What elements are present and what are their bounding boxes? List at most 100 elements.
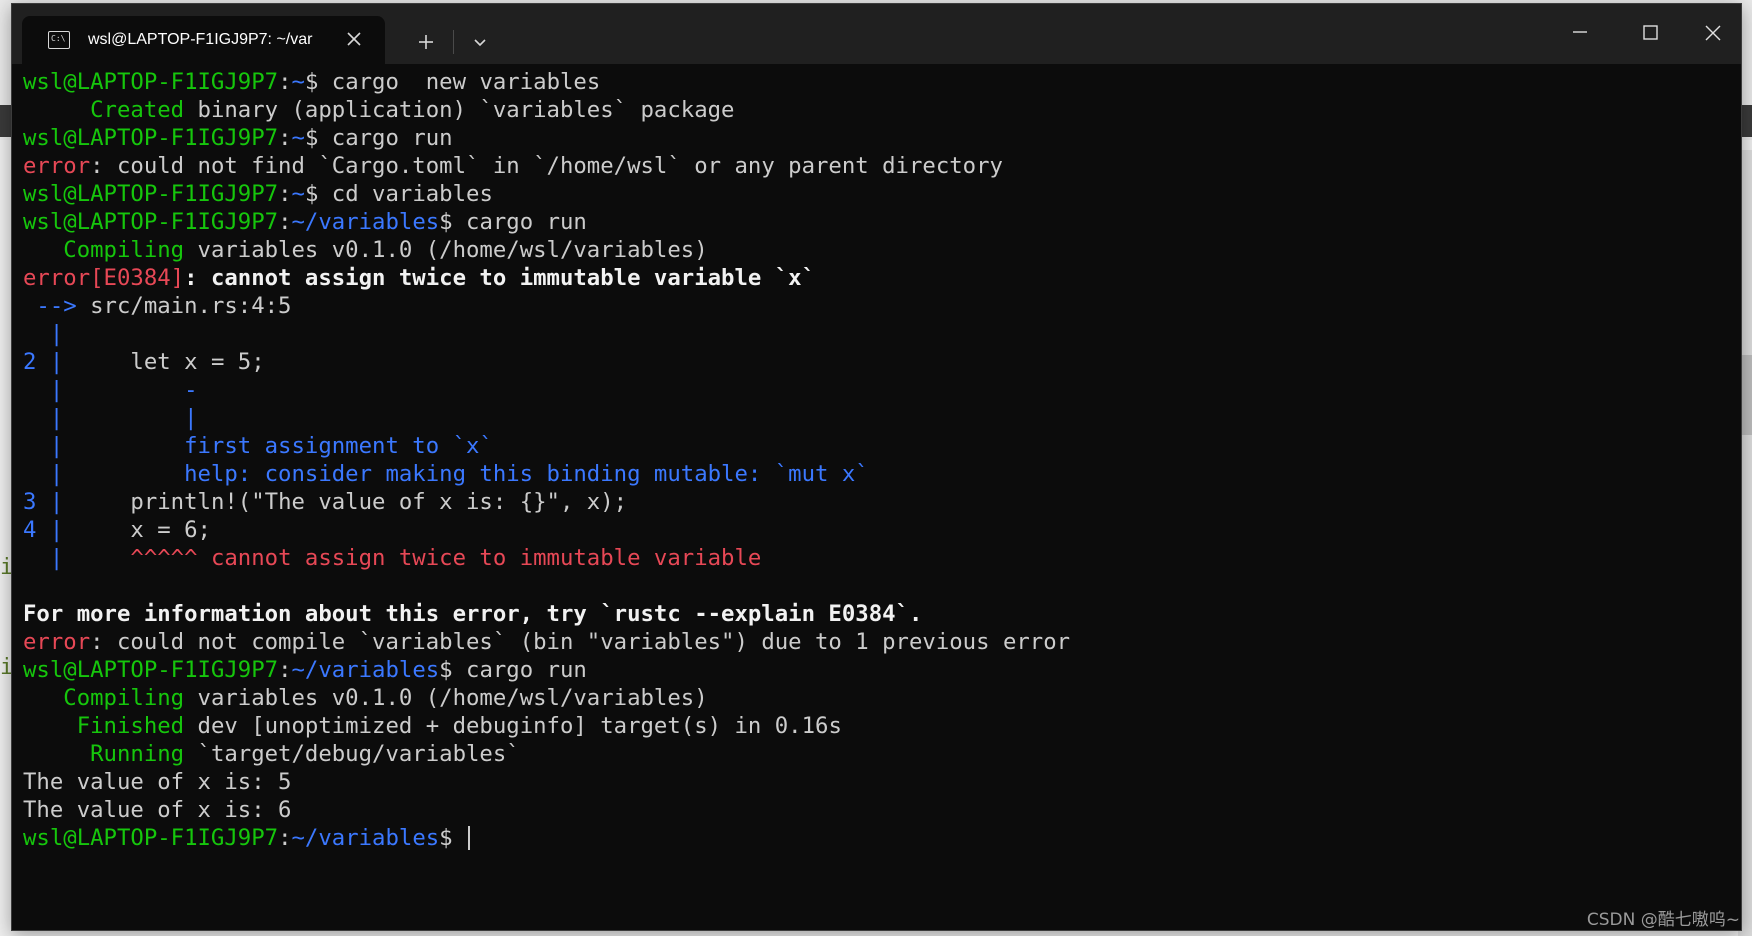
- terminal-text: The value of x is: 5: [23, 769, 292, 795]
- close-icon: [347, 32, 361, 46]
- terminal-text: $ cargo new variables: [304, 69, 601, 95]
- terminal-text: -->: [23, 293, 77, 319]
- terminal-text: wsl@LAPTOP-F1IGJ9P7: [23, 657, 279, 683]
- terminal-line: 4 | x = 6;: [23, 516, 1070, 544]
- terminal-line: | first assignment to `x`: [23, 432, 1070, 460]
- plus-icon: [419, 35, 433, 49]
- terminal-text: :: [278, 181, 292, 207]
- terminal-line: The value of x is: 6: [23, 796, 1070, 824]
- maximize-button[interactable]: [1615, 4, 1685, 64]
- terminal-text: 4 |: [23, 517, 64, 543]
- terminal-line: error: could not compile `variables` (bi…: [23, 628, 1070, 656]
- terminal-line: Compiling variables v0.1.0 (/home/wsl/va…: [23, 684, 1070, 712]
- terminal-text: :: [278, 69, 292, 95]
- terminal-text: src/main.rs:4:5: [76, 293, 292, 319]
- terminal-text: $ cargo run: [439, 657, 587, 683]
- background-scrollbar-thumb: [1742, 355, 1752, 435]
- terminal-text: ~: [291, 69, 305, 95]
- terminal-output[interactable]: wsl@LAPTOP-F1IGJ9P7:~$ cargo new variabl…: [23, 68, 1070, 852]
- minimize-button[interactable]: [1545, 4, 1615, 64]
- terminal-text: |: [23, 545, 64, 571]
- terminal-line: error[E0384]: cannot assign twice to imm…: [23, 264, 1070, 292]
- terminal-text: Compiling: [23, 237, 185, 263]
- terminal-text: For more information about this error, t…: [23, 601, 923, 627]
- minimize-icon: [1573, 31, 1587, 33]
- terminal-text: 2 |: [23, 349, 64, 375]
- watermark: CSDN @酷七嗷呜~: [1586, 910, 1740, 930]
- terminal-text: wsl@LAPTOP-F1IGJ9P7: [23, 69, 279, 95]
- maximize-icon: [1643, 25, 1658, 40]
- terminal-text: error: [23, 153, 91, 179]
- text-cursor: [468, 826, 471, 850]
- terminal-text: binary (application) `variables` package: [184, 97, 735, 123]
- terminal-text: | help: consider making this binding mut…: [23, 461, 869, 487]
- terminal-text: let x = 5;: [63, 349, 265, 375]
- terminal-text: Finished: [23, 713, 185, 739]
- terminal-text: |: [23, 321, 64, 347]
- terminal-text: println!("The value of x is: {}", x);: [63, 489, 628, 515]
- terminal-text: : could not compile `variables` (bin "va…: [90, 629, 1071, 655]
- terminal-text: ~/variables: [291, 825, 440, 851]
- terminal-line: | |: [23, 404, 1070, 432]
- terminal-text: wsl@LAPTOP-F1IGJ9P7: [23, 825, 279, 851]
- terminal-text: error[E0384]: [23, 265, 185, 291]
- terminal-text: The value of x is: 6: [23, 797, 292, 823]
- new-tab-button[interactable]: [406, 22, 446, 62]
- terminal-icon: [48, 31, 70, 49]
- terminal-text: variables v0.1.0 (/home/wsl/variables): [184, 685, 708, 711]
- terminal-text: $: [439, 825, 467, 851]
- terminal-window: wsl@LAPTOP-F1IGJ9P7: ~/var: [11, 3, 1742, 931]
- terminal-text: Created: [23, 97, 185, 123]
- terminal-line: |: [23, 320, 1070, 348]
- terminal-line: | ^^^^^ cannot assign twice to immutable…: [23, 544, 1070, 572]
- terminal-text: 3 |: [23, 489, 64, 515]
- terminal-text: :: [278, 209, 292, 235]
- terminal-line: Compiling variables v0.1.0 (/home/wsl/va…: [23, 236, 1070, 264]
- terminal-line: | -: [23, 376, 1070, 404]
- terminal-text: `target/debug/variables`: [184, 741, 520, 767]
- terminal-line: wsl@LAPTOP-F1IGJ9P7:~$ cargo run: [23, 124, 1070, 152]
- terminal-text: Compiling: [23, 685, 185, 711]
- terminal-text: ~/variables: [291, 209, 440, 235]
- terminal-text: $ cd variables: [304, 181, 493, 207]
- terminal-text: error: [23, 629, 91, 655]
- terminal-text: : could not find `Cargo.toml` in `/home/…: [90, 153, 1003, 179]
- tab-terminal[interactable]: wsl@LAPTOP-F1IGJ9P7: ~/var: [22, 16, 385, 64]
- terminal-text: Running: [23, 741, 185, 767]
- terminal-text: :: [278, 125, 292, 151]
- terminal-text: variables v0.1.0 (/home/wsl/variables): [184, 237, 708, 263]
- terminal-text: :: [278, 825, 292, 851]
- close-window-button[interactable]: [1685, 4, 1741, 64]
- terminal-line: error: could not find `Cargo.toml` in `/…: [23, 152, 1070, 180]
- terminal-text: wsl@LAPTOP-F1IGJ9P7: [23, 209, 279, 235]
- terminal-line: wsl@LAPTOP-F1IGJ9P7:~/variables$ cargo r…: [23, 208, 1070, 236]
- terminal-text: x = 6;: [63, 517, 211, 543]
- terminal-line: Finished dev [unoptimized + debuginfo] t…: [23, 712, 1070, 740]
- terminal-line: The value of x is: 5: [23, 768, 1070, 796]
- terminal-text: $ cargo run: [304, 125, 453, 151]
- terminal-text: ~: [291, 125, 305, 151]
- terminal-text: wsl@LAPTOP-F1IGJ9P7: [23, 181, 279, 207]
- terminal-line: --> src/main.rs:4:5: [23, 292, 1070, 320]
- tab-title: wsl@LAPTOP-F1IGJ9P7: ~/var: [88, 31, 313, 48]
- terminal-text: ~/variables: [291, 657, 440, 683]
- terminal-line: Created binary (application) `variables`…: [23, 96, 1070, 124]
- close-tab-button[interactable]: [343, 28, 365, 50]
- terminal-line: For more information about this error, t…: [23, 600, 1070, 628]
- terminal-line: wsl@LAPTOP-F1IGJ9P7:~$ cd variables: [23, 180, 1070, 208]
- profile-dropdown-button[interactable]: [460, 22, 500, 62]
- terminal-text: | |: [23, 405, 198, 431]
- terminal-line: 3 | println!("The value of x is: {}", x)…: [23, 488, 1070, 516]
- terminal-line: wsl@LAPTOP-F1IGJ9P7:~$ cargo new variabl…: [23, 68, 1070, 96]
- terminal-text: $ cargo run: [439, 209, 587, 235]
- terminal-line: wsl@LAPTOP-F1IGJ9P7:~/variables$: [23, 824, 1070, 852]
- terminal-text: :: [278, 657, 292, 683]
- terminal-line: 2 | let x = 5;: [23, 348, 1070, 376]
- terminal-text: : cannot assign twice to immutable varia…: [184, 265, 816, 291]
- terminal-text: dev [unoptimized + debuginfo] target(s) …: [184, 713, 842, 739]
- terminal-text: | first assignment to `x`: [23, 433, 493, 459]
- terminal-text: wsl@LAPTOP-F1IGJ9P7: [23, 125, 279, 151]
- title-bar[interactable]: wsl@LAPTOP-F1IGJ9P7: ~/var: [12, 4, 1741, 64]
- terminal-text: | -: [23, 377, 198, 403]
